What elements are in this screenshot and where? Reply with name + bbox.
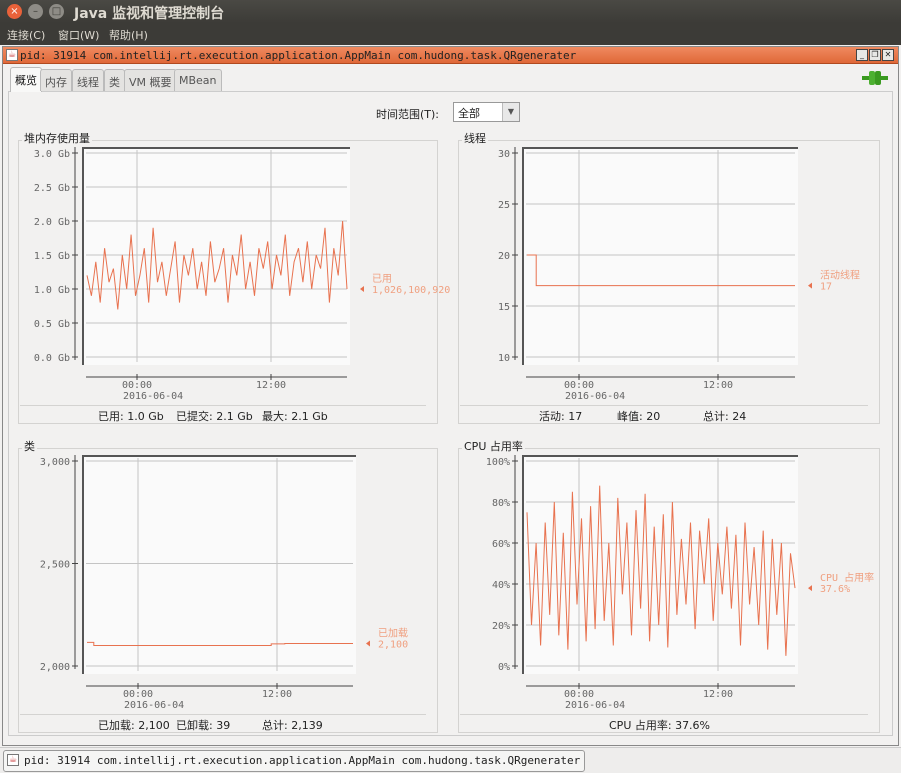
summary-divider: [20, 405, 426, 406]
java-icon: ☕: [6, 49, 18, 61]
frame-restore-button[interactable]: ❐: [869, 49, 881, 61]
taskbar-window-button[interactable]: pid: 31914 com.intellij.rt.execution.app…: [3, 750, 586, 772]
threads-summary-1: 峰值: 20: [617, 410, 661, 423]
cpu-panel: [458, 448, 880, 733]
minimize-window-button[interactable]: –: [28, 4, 43, 19]
classes-summary-2: 总计: 2,139: [262, 719, 323, 732]
summary-divider: [460, 714, 868, 715]
classes-panel: [18, 448, 438, 733]
summary-divider: [20, 714, 426, 715]
tab-classes[interactable]: 类: [104, 69, 125, 91]
tab-overview[interactable]: 概览: [10, 67, 42, 92]
heap-summary-2: 最大: 2.1 Gb: [262, 410, 328, 423]
menu-connection[interactable]: 连接(C): [7, 27, 45, 43]
connection-status-icon[interactable]: [862, 70, 888, 86]
internal-frame-title: pid: 31914 com.intellij.rt.execution.app…: [20, 49, 577, 62]
cpu-panel-title: CPU 占用率: [462, 438, 525, 454]
tab-threads[interactable]: 线程: [72, 69, 104, 91]
menu-help[interactable]: 帮助(H): [109, 27, 148, 43]
tab-vm-summary[interactable]: VM 概要: [124, 69, 177, 91]
cpu-summary-0: CPU 占用率: 37.6%: [609, 719, 711, 732]
summary-divider: [460, 405, 868, 406]
frame-close-button[interactable]: ✕: [882, 49, 894, 61]
heap-panel-title: 堆内存使用量: [22, 130, 92, 146]
threads-panel: [458, 140, 880, 424]
classes-panel-title: 类: [22, 438, 37, 454]
threads-summary-0: 活动: 17: [539, 410, 583, 423]
tab-mbean[interactable]: MBean: [174, 69, 222, 91]
time-range-label: 时间范围(T):: [376, 108, 440, 121]
maximize-window-button[interactable]: □: [49, 4, 64, 19]
heap-summary-1: 已提交: 2.1 Gb: [176, 410, 253, 423]
heap-panel: [18, 140, 438, 424]
frame-minimize-button[interactable]: _: [856, 49, 868, 61]
threads-summary-2: 总计: 24: [703, 410, 747, 423]
java-icon: ☕: [7, 754, 19, 766]
threads-panel-title: 线程: [462, 130, 488, 146]
menu-bar: 连接(C) 窗口(W) 帮助(H): [0, 23, 901, 45]
window-title: Java 监视和管理控制台: [74, 6, 225, 22]
tab-memory[interactable]: 内存: [40, 69, 72, 91]
classes-summary-0: 已加载: 2,100: [98, 719, 170, 732]
chevron-down-icon[interactable]: ▼: [502, 103, 519, 121]
heap-summary-0: 已用: 1.0 Gb: [98, 410, 164, 423]
close-window-button[interactable]: ×: [7, 4, 22, 19]
menu-window[interactable]: 窗口(W): [58, 27, 99, 43]
classes-summary-1: 已卸载: 39: [176, 719, 231, 732]
